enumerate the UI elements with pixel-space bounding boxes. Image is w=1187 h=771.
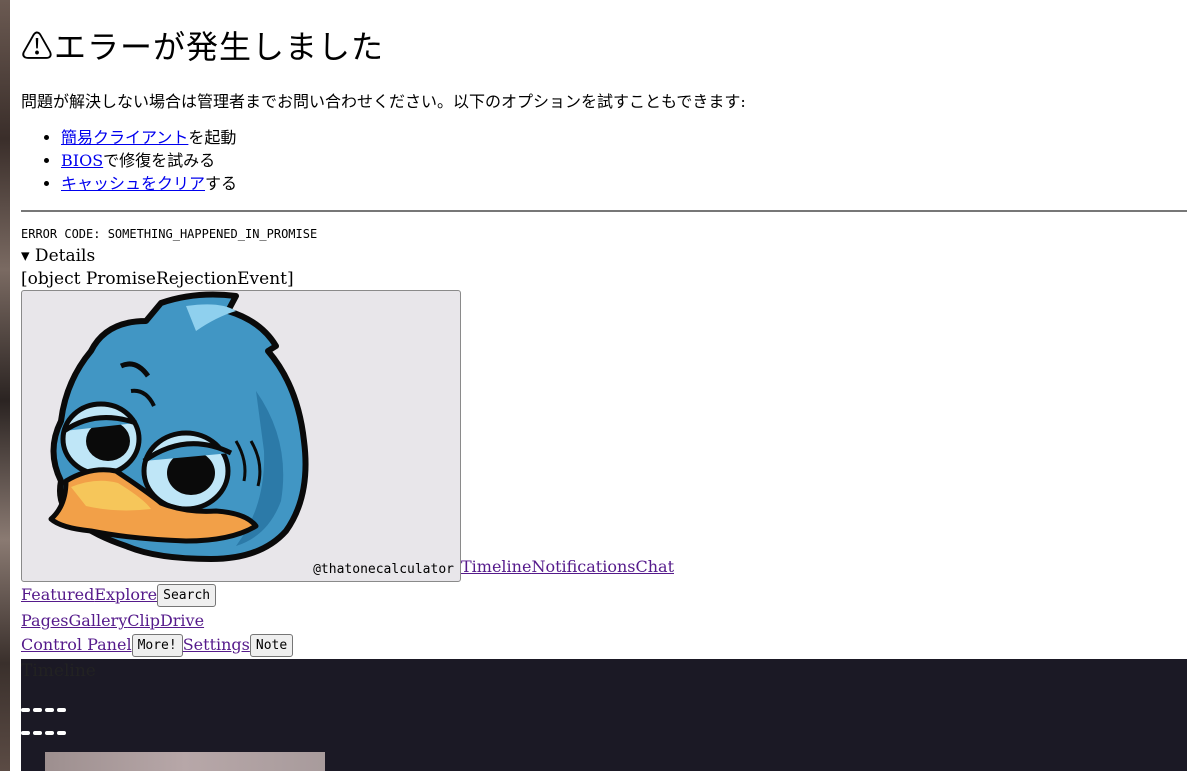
details-value: [object PromiseRejectionEvent] <box>21 269 294 289</box>
details-toggle[interactable]: ▾ Details <box>21 246 95 266</box>
clear-cache-link[interactable]: キャッシュをクリア <box>61 174 205 193</box>
nav-drive[interactable]: Drive <box>160 611 204 630</box>
divider <box>21 210 1187 212</box>
nav-control-panel[interactable]: Control Panel <box>21 635 132 654</box>
bird-mascot-icon <box>48 291 309 562</box>
post-thumbnail[interactable] <box>45 752 325 771</box>
nav-gallery[interactable]: Gallery <box>69 611 128 630</box>
option-clear-cache: キャッシュをクリアする <box>61 172 237 195</box>
nav-row-3: PagesGalleryClipDrive <box>21 611 204 630</box>
error-title: ⚠エラーが発生しました <box>21 28 385 66</box>
error-message: 問題が解決しない場合は管理者までお問い合わせください。以下のオプションを試すこと… <box>21 92 746 111</box>
avatar-credit: @thatonecalculator <box>313 562 454 577</box>
note-button[interactable]: Note <box>249 634 294 657</box>
nav-pages[interactable]: Pages <box>21 611 69 630</box>
bios-link[interactable]: BIOS <box>61 151 103 170</box>
nav-featured[interactable]: Featured <box>21 585 94 604</box>
nav-row-2: FeaturedExplore Search <box>21 584 217 607</box>
simple-client-link[interactable]: 簡易クライアント <box>61 128 188 147</box>
avatar-card: @thatonecalculator <box>21 290 461 582</box>
nav-clip[interactable]: Clip <box>127 611 160 630</box>
option-simple-client: 簡易クライアントを起動 <box>61 126 237 149</box>
error-code: ERROR CODE: SOMETHING_HAPPENED_IN_PROMIS… <box>21 227 318 241</box>
nav-settings[interactable]: Settings <box>183 635 250 654</box>
nav-timeline[interactable]: Timeline <box>461 557 531 576</box>
nav-chat[interactable]: Chat <box>635 557 674 576</box>
option-bios: BIOSで修復を試みる <box>61 149 237 172</box>
nav-notifications[interactable]: Notifications <box>531 557 635 576</box>
loading-placeholder <box>21 720 69 735</box>
search-button[interactable]: Search <box>157 584 217 607</box>
recovery-options-list: 簡易クライアントを起動 BIOSで修復を試みる キャッシュをクリアする <box>21 126 237 195</box>
left-background-strip <box>0 0 10 771</box>
timeline-heading: Timeline <box>21 661 96 681</box>
loading-placeholder <box>21 697 69 712</box>
nav-explore[interactable]: Explore <box>94 585 157 604</box>
more-button[interactable]: More! <box>131 634 183 657</box>
nav-row-1: TimelineNotificationsChat <box>461 557 674 576</box>
nav-row-4: Control Panel More! Settings Note <box>21 634 294 657</box>
